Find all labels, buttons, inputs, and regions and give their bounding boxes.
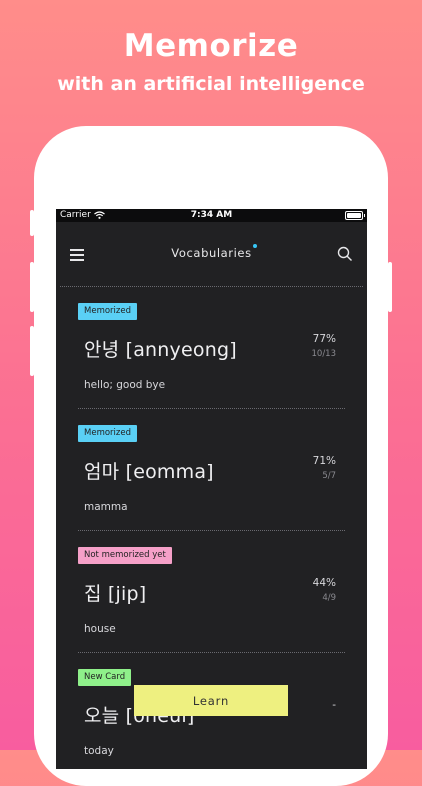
memorize-percent: 71% — [312, 455, 336, 467]
memorize-ratio: 4/9 — [322, 593, 336, 603]
notification-dot — [253, 244, 257, 248]
phone-side-button — [30, 210, 34, 236]
vocab-card[interactable]: Memorized 안녕 [annyeong] hello; good bye … — [56, 287, 367, 409]
memorize-percent: 77% — [312, 333, 336, 345]
nav-bar: Vocabularies — [56, 222, 367, 288]
vocab-meaning: house — [84, 623, 116, 635]
vocab-meaning: today — [84, 745, 114, 757]
promo-subline: with an artificial intelligence — [57, 73, 365, 95]
memorize-ratio: 5/7 — [322, 471, 336, 481]
vocab-card[interactable]: Memorized 엄마 [eomma] mamma 71% 5/7 — [56, 409, 367, 531]
phone-volume-up — [30, 262, 34, 312]
status-bar: Carrier 7:34 AM — [56, 209, 367, 222]
nav-title: Vocabularies — [171, 246, 252, 260]
phone-power-button — [388, 262, 392, 312]
status-time: 7:34 AM — [190, 210, 233, 220]
vocab-meaning: hello; good bye — [84, 379, 166, 391]
memorize-percent: - — [332, 699, 336, 711]
status-badge: New Card — [78, 669, 132, 686]
status-badge: Memorized — [78, 303, 137, 320]
phone-volume-down — [30, 326, 34, 376]
promo-headline: Memorize — [123, 28, 299, 64]
search-icon[interactable] — [337, 246, 353, 262]
learn-button[interactable]: Learn — [134, 685, 288, 716]
vocab-word: 집 [jip] — [84, 583, 147, 605]
vocab-card[interactable]: Not memorized yet 집 [jip] house 44% 4/9 — [56, 531, 367, 653]
memorize-ratio: 10/13 — [311, 349, 337, 359]
vocab-word: 안녕 [annyeong] — [84, 339, 237, 361]
memorize-percent: 44% — [312, 577, 336, 589]
battery-icon — [345, 211, 365, 220]
status-badge: Memorized — [78, 425, 137, 442]
vocab-meaning: mamma — [84, 501, 128, 513]
status-badge: Not memorized yet — [78, 547, 172, 564]
vocab-word: 엄마 [eomma] — [84, 461, 214, 483]
